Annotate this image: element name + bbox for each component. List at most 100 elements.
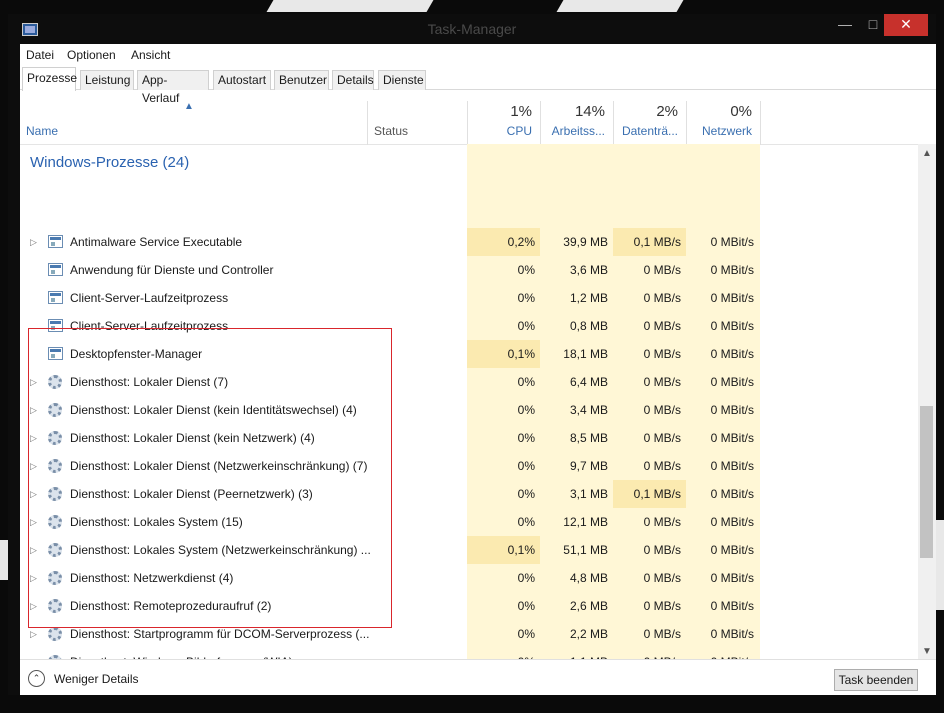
column-header-cpu[interactable]: 1% CPU [467,91,540,145]
table-row[interactable]: ▷ Diensthost: Lokaler Dienst (kein Netzwe… [20,424,912,452]
expand-arrow-icon[interactable]: ▷ [30,237,37,248]
expand-arrow-icon[interactable]: ▷ [30,405,37,416]
expand-arrow-icon[interactable]: ▷ [30,573,37,584]
memory-value: 8,5 MB [569,431,608,445]
memory-value: 0,8 MB [569,319,608,333]
expand-arrow-icon[interactable]: ▷ [30,545,37,556]
minimize-button[interactable]: — [832,14,858,36]
tab-startup[interactable]: Autostart [213,70,271,90]
menu-view[interactable]: Ansicht [131,48,170,62]
expand-arrow-icon[interactable]: ▷ [30,461,37,472]
table-row[interactable]: ▷ Diensthost: Netzwerkdienst (4) 0% 4,8 MB 0… [20,564,912,592]
disk-value: 0 MB/s [643,291,681,305]
cpu-value: 0% [517,515,535,529]
table-row[interactable]: Anwendung für Dienste und Controller 0% 3,… [20,256,912,284]
column-header-memory[interactable]: 14% Arbeitss... [540,91,613,145]
end-task-button[interactable]: Task beenden [834,669,918,691]
tab-services[interactable]: Dienste [378,70,426,90]
cpu-value: 0% [517,375,535,389]
process-name: Desktopfenster-Manager [70,347,203,361]
gear-icon [48,487,62,501]
table-row[interactable]: ▷ Diensthost: Startprogramm für DCOM-Serv… [20,620,912,648]
menu-options[interactable]: Optionen [67,48,116,62]
expand-arrow-icon[interactable]: ▷ [30,433,37,444]
window-icon [48,263,63,276]
column-divider[interactable] [367,101,368,145]
table-row[interactable]: Desktopfenster-Manager 0,1% 18,1 MB 0 MB/s 0… [20,340,912,368]
title-bar[interactable]: Task-Manager — □ ✕ [8,14,936,44]
gear-icon [48,459,62,473]
expand-arrow-icon[interactable]: ▷ [30,629,37,640]
cpu-label: CPU [506,124,532,138]
network-value: 0 MBit/s [710,459,754,473]
process-name: Diensthost: Remoteprozeduraufruf (2) [70,599,272,613]
disk-value: 0 MB/s [643,403,681,417]
table-row[interactable]: ▷ Diensthost: Lokaler Dienst (7) 0% 6,4 MB 0… [20,368,912,396]
cpu-value: 0% [517,319,535,333]
table-row[interactable]: ▷ Antimalware Service Executable 0,2% 39,9 … [20,228,912,256]
tab-app-history[interactable]: App-Verlauf [137,70,209,105]
table-row[interactable]: ▷ Diensthost: Lokaler Dienst (kein Identi… [20,396,912,424]
footer-bar: ⌃ Weniger Details Task beenden [20,659,936,695]
table-row[interactable]: ▷ Diensthost: Remoteprozeduraufruf (2) 0% 2… [20,592,912,620]
tab-users[interactable]: Benutzer [274,70,329,90]
disk-total-percent: 2% [656,103,678,120]
close-button[interactable]: ✕ [884,14,928,36]
network-value: 0 MBit/s [710,487,754,501]
process-name: Diensthost: Lokaler Dienst (Peernetzwerk… [70,487,313,501]
disk-value: 0 MB/s [643,515,681,529]
column-header-name[interactable]: Name [26,124,58,138]
group-header-windows-processes[interactable]: Windows-Prozesse (24) [30,154,189,171]
maximize-button[interactable]: □ [860,14,886,36]
cpu-value: 0% [517,431,535,445]
process-name: Client-Server-Laufzeitprozess [70,319,229,333]
window-icon [48,291,63,304]
process-list: Windows-Prozesse (24) ▷ Antimalware Servi… [20,144,912,659]
tab-details[interactable]: Details [332,70,374,90]
table-row[interactable]: ▷ Diensthost: Lokales System (15) 0% 12,1 M… [20,508,912,536]
expand-arrow-icon[interactable]: ▷ [30,377,37,388]
client-area: Datei Optionen Ansicht Prozesse Leistung… [20,44,936,695]
table-row[interactable]: Client-Server-Laufzeitprozess 0% 0,8 MB 0 M… [20,312,912,340]
gear-icon [48,571,62,585]
network-value: 0 MBit/s [710,319,754,333]
disk-value: 0 MB/s [643,571,681,585]
fewer-details-link[interactable]: Weniger Details [54,672,138,686]
disk-value: 0 MB/s [643,375,681,389]
memory-value: 3,6 MB [569,263,608,277]
scroll-thumb[interactable] [920,406,933,558]
column-header-status[interactable]: Status [374,124,408,138]
disk-value: 0 MB/s [643,627,681,641]
table-row[interactable]: ▷ Diensthost: Lokaler Dienst (Peernetzwer… [20,480,912,508]
scroll-down-icon[interactable]: ▼ [922,646,932,657]
expand-arrow-icon[interactable]: ▷ [30,601,37,612]
tab-performance[interactable]: Leistung [80,70,134,90]
column-header-disk[interactable]: 2% Datenträ... [613,91,686,145]
cpu-value: 0% [517,459,535,473]
vertical-scrollbar[interactable]: ▲ ▼ [918,144,936,659]
chevron-up-circle-icon[interactable]: ⌃ [28,670,45,687]
menu-file[interactable]: Datei [26,48,54,62]
table-row[interactable]: ▷Diensthost: Windows-Bilderfassung (WIA)… [20,648,912,659]
gear-icon [48,403,62,417]
process-name: Diensthost: Netzwerkdienst (4) [70,571,234,585]
memory-value: 4,8 MB [569,571,608,585]
column-header-network[interactable]: 0% Netzwerk [686,91,760,145]
column-divider[interactable] [760,101,761,145]
cpu-value: 0% [517,487,535,501]
expand-arrow-icon[interactable]: ▷ [30,489,37,500]
process-name: Diensthost: Lokaler Dienst (7) [70,375,229,389]
scroll-up-icon[interactable]: ▲ [922,148,932,159]
gear-icon [48,627,62,641]
table-row[interactable]: ▷ Diensthost: Lokaler Dienst (Netzwerkein… [20,452,912,480]
memory-value: 2,6 MB [569,599,608,613]
disk-value: 0 MB/s [643,543,681,557]
expand-arrow-icon[interactable]: ▷ [30,517,37,528]
table-row[interactable]: ▷ Diensthost: Lokales System (Netzwerkein… [20,536,912,564]
network-value: 0 MBit/s [710,543,754,557]
gear-icon [48,431,62,445]
tab-processes[interactable]: Prozesse [22,67,77,91]
table-row[interactable]: Client-Server-Laufzeitprozess 0% 1,2 MB 0 M… [20,284,912,312]
disk-value: 0 MB/s [643,599,681,613]
process-name: Antimalware Service Executable [70,235,243,249]
